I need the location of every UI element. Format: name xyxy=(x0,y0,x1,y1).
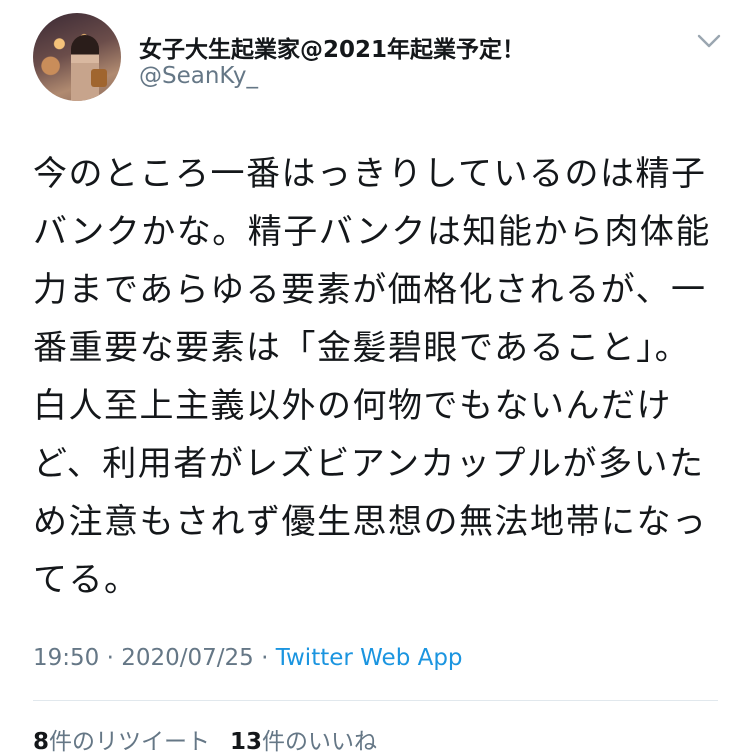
display-name[interactable]: 女子大生起業家@2021年起業予定！ xyxy=(139,30,525,64)
retweets-count: 8 xyxy=(33,729,50,755)
meta-separator: · xyxy=(253,645,276,671)
chevron-down-icon[interactable] xyxy=(696,30,722,52)
retweets-label: 件のリツイート xyxy=(49,729,211,755)
retweets-link[interactable]: 8件のリツイート xyxy=(33,729,210,755)
tweet-meta: 19:50 · 2020/07/25 · Twitter Web App xyxy=(33,645,463,671)
tweet-source-link[interactable]: Twitter Web App xyxy=(276,645,463,671)
meta-separator: · xyxy=(99,645,122,671)
avatar[interactable] xyxy=(33,13,121,101)
tweet-date[interactable]: 2020/07/25 xyxy=(121,645,254,671)
likes-count: 13 xyxy=(230,729,263,755)
likes-link[interactable]: 13件のいいね xyxy=(230,729,377,755)
avatar-bag xyxy=(91,69,107,87)
tweet-text: 今のところ一番はっきりしているのは精子バンクかな。精子バンクは知能から肉体能力ま… xyxy=(33,154,711,600)
likes-label: 件のいいね xyxy=(262,729,378,755)
tweet-stats: 8件のリツイート 13件のいいね xyxy=(33,722,377,756)
divider xyxy=(33,700,718,701)
tweet-time[interactable]: 19:50 xyxy=(33,645,99,671)
user-handle[interactable]: @SeanKy_ xyxy=(139,63,258,89)
avatar-figure xyxy=(71,35,99,101)
